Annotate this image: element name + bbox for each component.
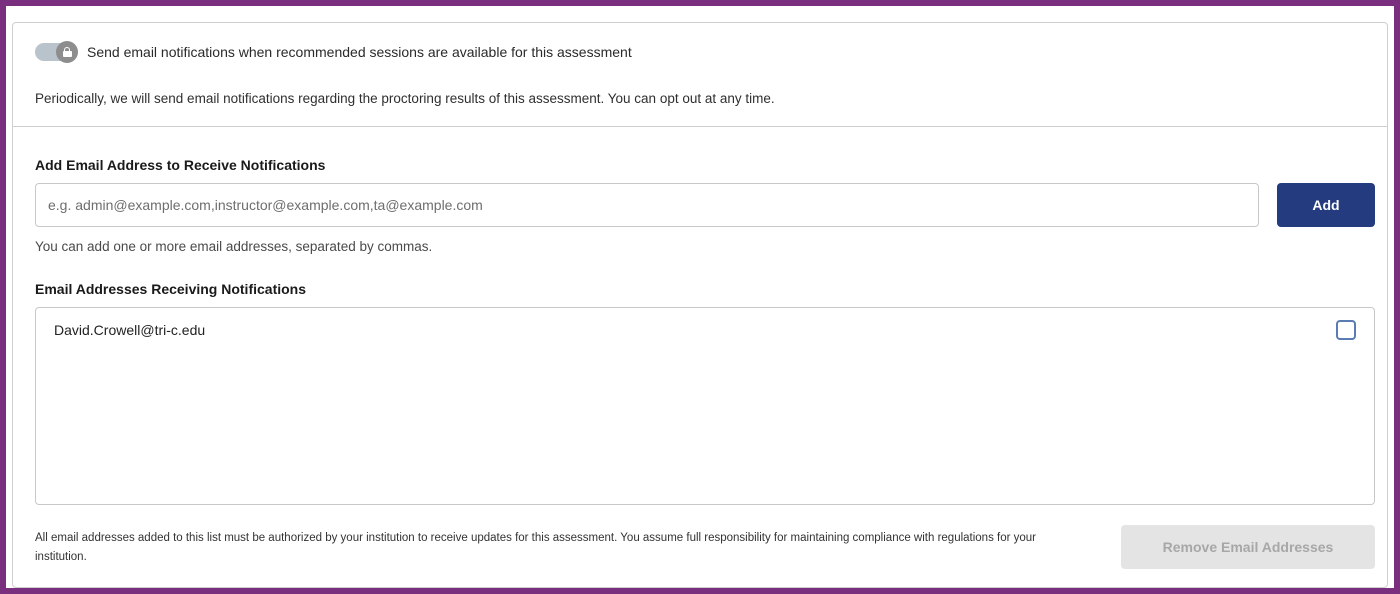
notification-toggle-section: Send email notifications when recommende… (13, 23, 1387, 127)
email-address-input[interactable] (35, 183, 1259, 227)
page-frame: Send email notifications when recommende… (6, 6, 1394, 588)
remove-email-addresses-button[interactable]: Remove Email Addresses (1121, 525, 1375, 569)
email-address-text: David.Crowell@tri-c.edu (54, 322, 206, 338)
email-input-hint: You can add one or more email addresses,… (35, 239, 433, 254)
notification-toggle-label: Send email notifications when recommende… (87, 44, 632, 60)
add-button[interactable]: Add (1277, 183, 1375, 227)
notification-settings-card: Send email notifications when recommende… (12, 22, 1388, 588)
toggle-knob (56, 41, 78, 63)
add-email-title: Add Email Address to Receive Notificatio… (35, 157, 326, 173)
notification-description: Periodically, we will send email notific… (35, 91, 775, 106)
email-list[interactable]: David.Crowell@tri-c.edu (35, 307, 1375, 505)
email-list-title: Email Addresses Receiving Notifications (35, 281, 307, 297)
list-item: David.Crowell@tri-c.edu (36, 308, 1374, 348)
toggle-row: Send email notifications when recommende… (35, 41, 632, 63)
lock-icon (62, 47, 72, 57)
compliance-disclaimer: All email addresses added to this list m… (35, 532, 1037, 563)
notification-toggle[interactable] (35, 41, 78, 63)
email-select-checkbox[interactable] (1336, 320, 1356, 340)
